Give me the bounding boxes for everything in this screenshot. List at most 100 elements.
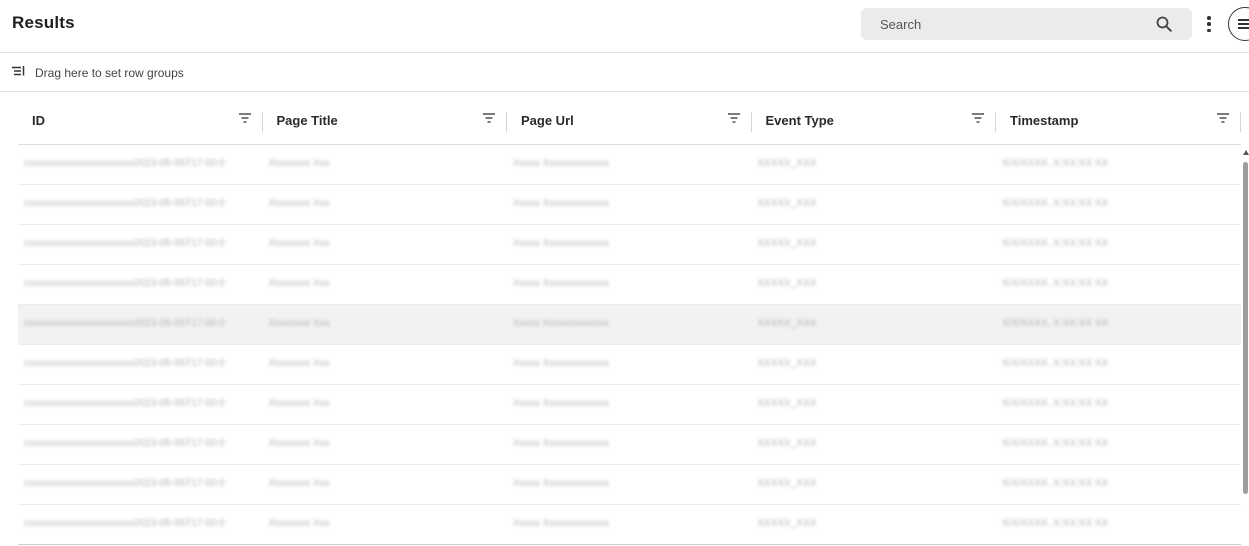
column-resize-handle[interactable] (1239, 112, 1241, 132)
table-cell[interactable]: Xxxxxxxx Xxx (263, 305, 508, 345)
table-cell[interactable]: Xxxxx Xxxxxxxxxxxxx (507, 465, 752, 505)
menu-button[interactable] (1228, 7, 1249, 41)
table-cell[interactable]: XXXXX_XXX (752, 425, 997, 465)
table-row[interactable]: cxxxxxxxxxxxxxxxxxxxxx2023-05-05T17:00:0… (18, 185, 1241, 225)
table-cell[interactable]: cxxxxxxxxxxxxxxxxxxxxx2023-05-05T17:00:0 (18, 265, 263, 305)
table-cell[interactable]: Xxxxx Xxxxxxxxxxxxx (507, 145, 752, 185)
grid-body: cxxxxxxxxxxxxxxxxxxxxx2023-05-05T17:00:0… (18, 145, 1241, 545)
table-cell[interactable]: Xxxxxxxx Xxx (263, 145, 508, 185)
table-cell[interactable]: cxxxxxxxxxxxxxxxxxxxxx2023-05-05T17:00:0 (18, 185, 263, 225)
table-cell[interactable]: XXXXX_XXX (752, 265, 997, 305)
table-cell[interactable]: cxxxxxxxxxxxxxxxxxxxxx2023-05-05T17:00:0 (18, 465, 263, 505)
cell-value: Xxxxx Xxxxxxxxxxxxx (513, 238, 610, 249)
table-cell[interactable]: X/X/XXXX, X:XX:XX XX (996, 425, 1196, 465)
cell-value: X/X/XXXX, X:XX:XX XX (1002, 398, 1109, 409)
table-cell[interactable]: Xxxxx Xxxxxxxxxxxxx (507, 385, 752, 425)
table-cell[interactable]: Xxxxxxxx Xxx (263, 465, 508, 505)
cell-value: X/X/XXXX, X:XX:XX XX (1002, 318, 1109, 329)
table-cell[interactable]: Xxxxx Xxxxxxxxxxxxx (507, 345, 752, 385)
search-input[interactable] (861, 8, 1151, 40)
table-cell[interactable]: X/X/XXXX, X:XX:XX XX (996, 145, 1196, 185)
search-icon[interactable] (1156, 16, 1172, 32)
table-cell[interactable]: cxxxxxxxxxxxxxxxxxxxxx2023-05-05T17:00:0 (18, 425, 263, 465)
table-cell[interactable]: Xxxxxxxx Xxx (263, 505, 508, 545)
column-header-page-title[interactable]: Page Title (263, 96, 507, 145)
table-cell[interactable]: cxxxxxxxxxxxxxxxxxxxxx2023-05-05T17:00:0 (18, 225, 263, 265)
column-header-page-url[interactable]: Page Url (507, 96, 752, 145)
column-header-timestamp[interactable]: Timestamp (996, 96, 1241, 145)
page-title: Results (12, 13, 75, 32)
table-cell[interactable]: XXXXX_XXX (752, 185, 997, 225)
table-row[interactable]: cxxxxxxxxxxxxxxxxxxxxx2023-05-05T17:00:0… (18, 305, 1241, 345)
cell-value: Xxxxxxxx Xxx (268, 318, 330, 329)
table-cell[interactable]: XXXXX_XXX (752, 505, 997, 545)
table-cell[interactable]: cxxxxxxxxxxxxxxxxxxxxx2023-05-05T17:00:0 (18, 345, 263, 385)
table-cell[interactable]: X/X/XXXX, X:XX:XX XX (996, 385, 1196, 425)
search-box[interactable] (861, 8, 1192, 40)
cell-value: cxxxxxxxxxxxxxxxxxxxxx2023-05-05T17:00:0 (24, 478, 225, 489)
table-cell[interactable]: Xxxxxxxx Xxx (263, 185, 508, 225)
cell-value: XXXXX_XXX (757, 518, 817, 529)
table-cell[interactable]: XXXXX_XXX (752, 305, 997, 345)
vertical-scrollbar[interactable] (1242, 150, 1249, 546)
table-cell[interactable]: XXXXX_XXX (752, 345, 997, 385)
table-row[interactable]: cxxxxxxxxxxxxxxxxxxxxx2023-05-05T17:00:0… (18, 465, 1241, 505)
table-row[interactable]: cxxxxxxxxxxxxxxxxxxxxx2023-05-05T17:00:0… (18, 225, 1241, 265)
filter-icon[interactable] (238, 113, 251, 123)
table-cell[interactable]: cxxxxxxxxxxxxxxxxxxxxx2023-05-05T17:00:0 (18, 385, 263, 425)
table-cell[interactable]: Xxxxx Xxxxxxxxxxxxx (507, 505, 752, 545)
row-group-panel[interactable]: Drag here to set row groups (0, 54, 1249, 92)
cell-value: Xxxxxxxx Xxx (268, 238, 330, 249)
table-cell[interactable]: X/X/XXXX, X:XX:XX XX (996, 305, 1196, 345)
cell-value: Xxxxxxxx Xxx (268, 518, 330, 529)
table-cell[interactable]: Xxxxxxxx Xxx (263, 345, 508, 385)
table-cell[interactable]: XXXXX_XXX (752, 385, 997, 425)
table-row[interactable]: cxxxxxxxxxxxxxxxxxxxxx2023-05-05T17:00:0… (18, 425, 1241, 465)
table-cell[interactable]: XXXXX_XXX (752, 465, 997, 505)
table-cell[interactable]: cxxxxxxxxxxxxxxxxxxxxx2023-05-05T17:00:0 (18, 305, 263, 345)
cell-value: XXXXX_XXX (757, 278, 817, 289)
cell-value: Xxxxxxxx Xxx (268, 278, 330, 289)
cell-value: X/X/XXXX, X:XX:XX XX (1002, 438, 1109, 449)
column-header-event-type[interactable]: Event Type (752, 96, 996, 145)
scrollbar-thumb[interactable] (1243, 162, 1248, 494)
table-cell[interactable]: Xxxxx Xxxxxxxxxxxxx (507, 185, 752, 225)
table-cell[interactable]: Xxxxxxxx Xxx (263, 425, 508, 465)
table-cell[interactable]: Xxxxxxxx Xxx (263, 265, 508, 305)
scroll-up-arrow-icon[interactable] (1243, 150, 1249, 155)
table-cell[interactable]: X/X/XXXX, X:XX:XX XX (996, 265, 1196, 305)
table-cell[interactable]: Xxxxx Xxxxxxxxxxxxx (507, 305, 752, 345)
table-cell[interactable]: Xxxxxxxx Xxx (263, 385, 508, 425)
table-cell[interactable]: cxxxxxxxxxxxxxxxxxxxxx2023-05-05T17:00:0 (18, 145, 263, 185)
table-row[interactable]: cxxxxxxxxxxxxxxxxxxxxx2023-05-05T17:00:0… (18, 145, 1241, 185)
table-cell[interactable]: XXXXX_XXX (752, 145, 997, 185)
table-cell[interactable]: Xxxxx Xxxxxxxxxxxxx (507, 425, 752, 465)
table-cell[interactable]: X/X/XXXX, X:XX:XX XX (996, 185, 1196, 225)
menu-icon (1238, 19, 1249, 21)
table-cell[interactable]: Xxxxx Xxxxxxxxxxxxx (507, 265, 752, 305)
row-groups-icon (12, 66, 25, 76)
filter-icon[interactable] (727, 113, 740, 123)
table-cell[interactable]: X/X/XXXX, X:XX:XX XX (996, 505, 1196, 545)
table-row[interactable]: cxxxxxxxxxxxxxxxxxxxxx2023-05-05T17:00:0… (18, 505, 1241, 545)
table-cell[interactable]: Xxxxxxxx Xxx (263, 225, 508, 265)
cell-value: Xxxxxxxx Xxx (268, 158, 330, 169)
column-header-id[interactable]: ID (18, 96, 263, 145)
table-cell[interactable]: Xxxxx Xxxxxxxxxxxxx (507, 225, 752, 265)
table-cell[interactable]: X/X/XXXX, X:XX:XX XX (996, 225, 1196, 265)
more-vertical-icon[interactable] (1201, 14, 1217, 34)
table-row[interactable]: cxxxxxxxxxxxxxxxxxxxxx2023-05-05T17:00:0… (18, 385, 1241, 425)
table-cell[interactable]: cxxxxxxxxxxxxxxxxxxxxx2023-05-05T17:00:0 (18, 505, 263, 545)
filter-icon[interactable] (1216, 113, 1229, 123)
table-cell[interactable]: X/X/XXXX, X:XX:XX XX (996, 345, 1196, 385)
cell-value: Xxxxx Xxxxxxxxxxxxx (513, 438, 610, 449)
filter-icon[interactable] (483, 113, 495, 123)
table-row[interactable]: cxxxxxxxxxxxxxxxxxxxxx2023-05-05T17:00:0… (18, 345, 1241, 385)
header: Results (0, 0, 1249, 53)
cell-value: Xxxxx Xxxxxxxxxxxxx (513, 278, 610, 289)
cell-value: cxxxxxxxxxxxxxxxxxxxxx2023-05-05T17:00:0 (24, 278, 225, 289)
table-cell[interactable]: X/X/XXXX, X:XX:XX XX (996, 465, 1196, 505)
filter-icon[interactable] (972, 113, 984, 123)
table-cell[interactable]: XXXXX_XXX (752, 225, 997, 265)
table-row[interactable]: cxxxxxxxxxxxxxxxxxxxxx2023-05-05T17:00:0… (18, 265, 1241, 305)
